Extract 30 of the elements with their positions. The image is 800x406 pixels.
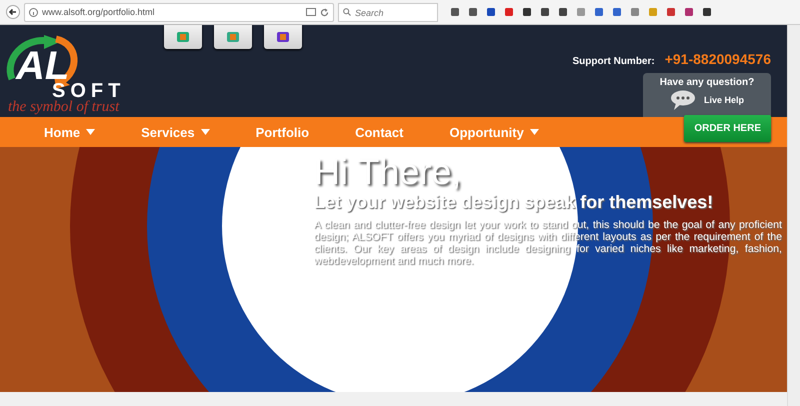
social-tile[interactable] <box>264 25 302 49</box>
live-help-label: Live Help <box>704 95 744 105</box>
chat-bubble-icon <box>670 90 696 110</box>
search-field[interactable]: Search <box>338 3 438 22</box>
help-question: Have any question? <box>660 76 754 88</box>
social-tile[interactable] <box>214 25 252 49</box>
caret-icon <box>530 129 539 135</box>
live-help-panel[interactable]: Have any question? Live Help <box>643 73 771 117</box>
social-tile[interactable] <box>164 25 202 49</box>
url-text: www.alsoft.org/portfolio.html <box>42 7 156 17</box>
address-bar[interactable]: www.alsoft.org/portfolio.html <box>24 2 334 22</box>
reload-icon[interactable] <box>320 8 329 16</box>
caret-icon <box>86 129 96 135</box>
reader-icon[interactable] <box>306 8 316 16</box>
app-icon <box>225 31 241 43</box>
nav-link[interactable]: Opportunity <box>449 124 539 140</box>
nav-link[interactable]: Home <box>44 124 96 140</box>
info-icon <box>29 8 38 16</box>
app-icon <box>175 31 191 43</box>
support-label: Support Number: <box>572 56 655 67</box>
nav-link[interactable]: Services <box>141 124 210 140</box>
nav-link[interactable]: Portfolio <box>256 124 310 140</box>
app-icon <box>275 31 291 43</box>
nav-link[interactable]: Contact <box>355 124 404 140</box>
support-number: +91-8820094576 <box>664 51 771 67</box>
logo-drawing: AL SOFT the symbol of trust <box>4 29 138 115</box>
hero-title: Hi There, <box>314 153 462 191</box>
caret-icon <box>200 129 210 135</box>
back-icon[interactable] <box>6 5 20 19</box>
order-button[interactable]: ORDER HERE <box>684 115 771 142</box>
